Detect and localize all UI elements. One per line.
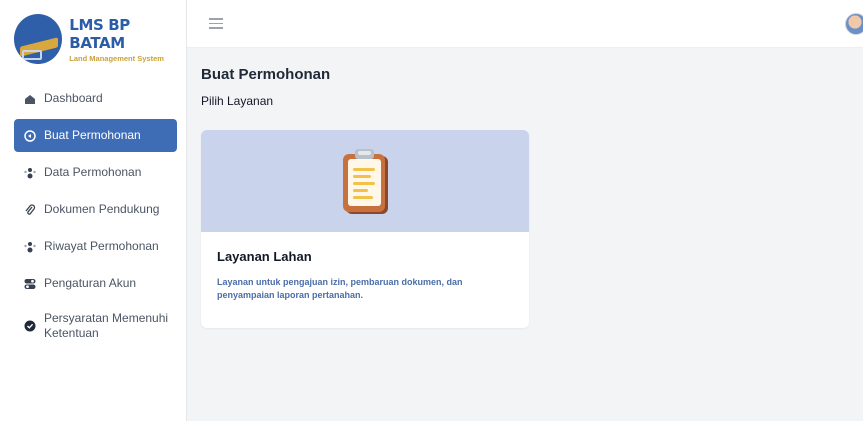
people-icon	[24, 167, 36, 179]
home-icon	[24, 93, 36, 105]
brand[interactable]: LMS BP BATAM Land Management System	[14, 14, 186, 64]
topbar	[187, 0, 863, 48]
sidebar-nav: Dashboard Buat Permohonan Data Permohona…	[14, 82, 177, 352]
sidebar-item-riwayat-permohonan[interactable]: Riwayat Permohonan	[14, 230, 177, 263]
sidebar-item-label: Pengaturan Akun	[44, 276, 137, 290]
sidebar-item-dokumen-pendukung[interactable]: Dokumen Pendukung	[14, 193, 177, 226]
sidebar-item-pengaturan-akun[interactable]: Pengaturan Akun	[14, 267, 177, 300]
sidebar: LMS BP BATAM Land Management System Dash…	[0, 0, 187, 421]
card-description: Layanan untuk pengajuan izin, pembaruan …	[217, 277, 463, 300]
brand-title: LMS BP BATAM	[69, 15, 130, 52]
paperclip-icon	[24, 203, 36, 216]
sidebar-item-buat-permohonan[interactable]: Buat Permohonan	[14, 119, 177, 152]
sidebar-item-label: Persyaratan Memenuhi Ketentuan	[44, 311, 169, 340]
clipboard-icon	[343, 149, 388, 214]
user-avatar[interactable]	[845, 13, 863, 35]
bp-batam-logo	[14, 14, 63, 64]
card-banner	[201, 130, 529, 232]
people-icon	[24, 241, 36, 253]
sidebar-item-label: Buat Permohonan	[44, 128, 141, 142]
sidebar-item-data-permohonan[interactable]: Data Permohonan	[14, 156, 177, 189]
card-title: Layanan Lahan	[217, 249, 312, 264]
sidebar-item-label: Dashboard	[44, 91, 103, 105]
service-card-layanan-lahan[interactable]: Layanan Lahan Layanan untuk pengajuan iz…	[201, 130, 529, 328]
page-title: Buat Permohonan	[201, 66, 331, 83]
hamburger-icon[interactable]	[209, 18, 223, 29]
brand-subtitle: Land Management System	[69, 53, 164, 63]
sidebar-item-dashboard[interactable]: Dashboard	[14, 82, 177, 115]
toggle-icon	[24, 278, 36, 290]
sidebar-item-label: Riwayat Permohonan	[44, 239, 159, 253]
sidebar-item-persyaratan[interactable]: Persyaratan Memenuhi Ketentuan	[14, 304, 177, 348]
form-icon	[24, 129, 36, 142]
sidebar-item-label: Data Permohonan	[44, 165, 142, 179]
check-circle-icon	[24, 320, 36, 332]
sidebar-item-label: Dokumen Pendukung	[44, 202, 160, 216]
page-subtitle: Pilih Layanan	[201, 94, 274, 108]
